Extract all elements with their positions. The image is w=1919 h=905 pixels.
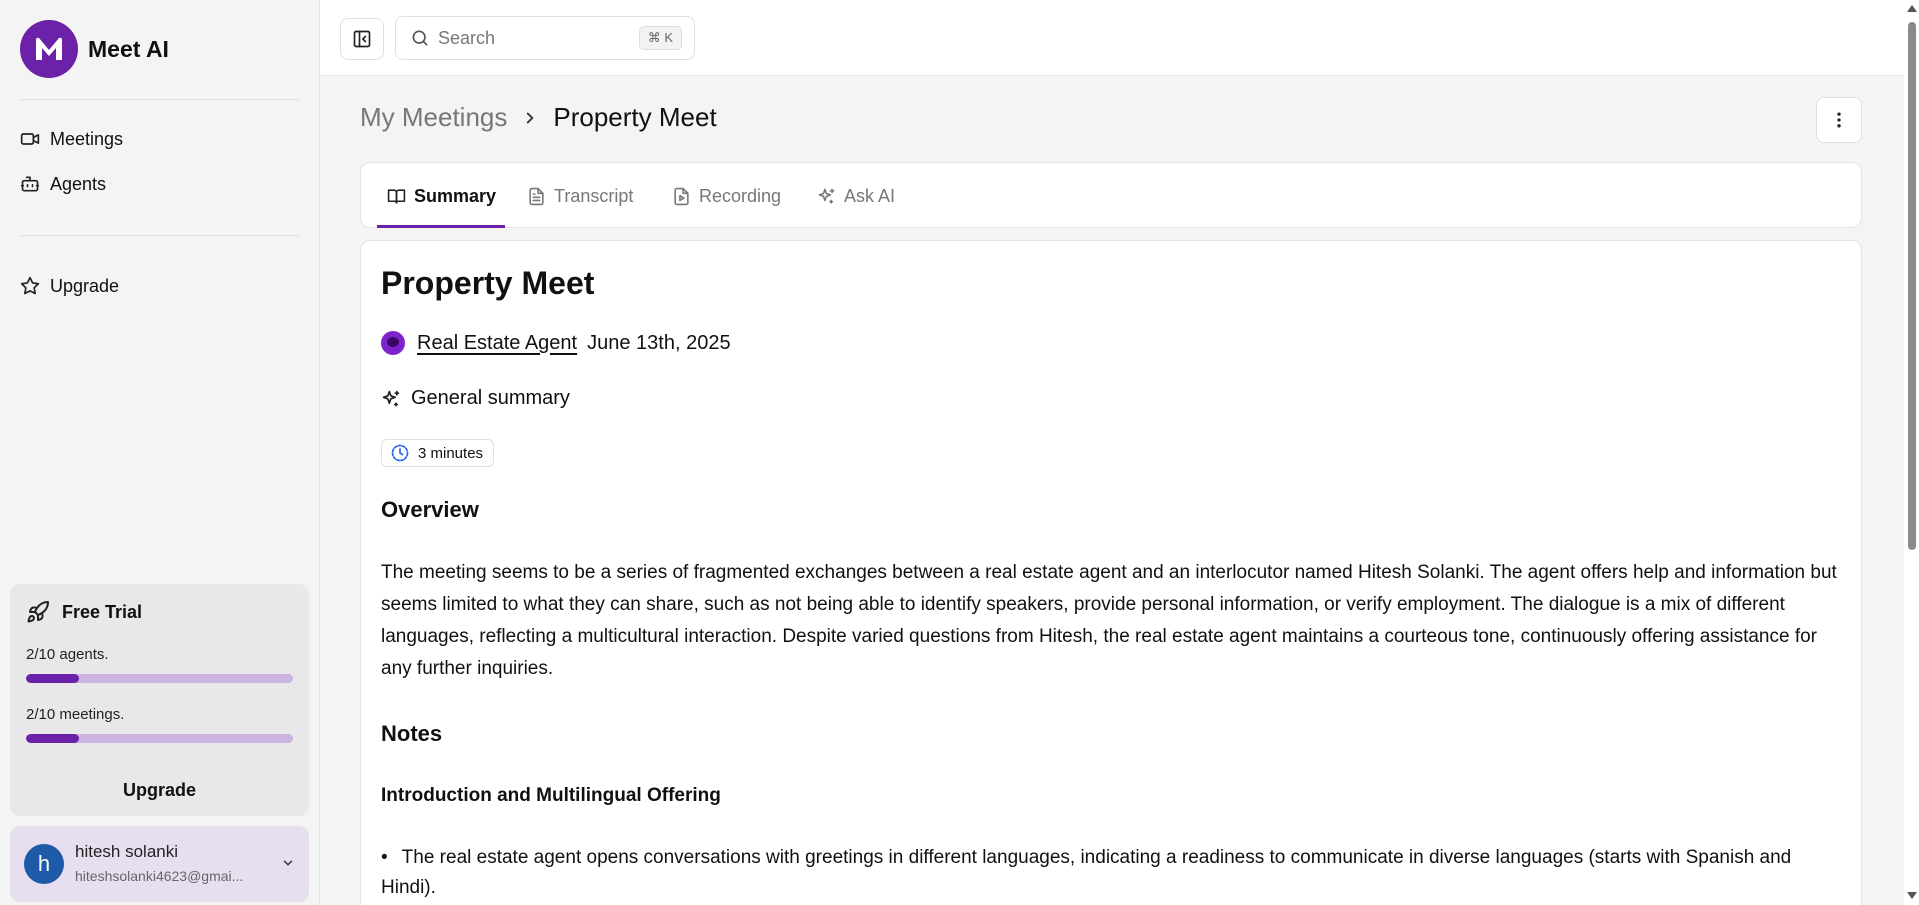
sidebar-divider: [20, 99, 299, 100]
overview-text: The meeting seems to be a series of frag…: [381, 562, 1837, 679]
scroll-thumb[interactable]: [1908, 22, 1916, 550]
chevron-down-icon: [283, 860, 293, 866]
notes-heading: Notes: [381, 721, 443, 746]
panel-left-icon: [353, 30, 371, 48]
scroll-down-icon[interactable]: [1907, 892, 1917, 899]
breadcrumb-parent-link[interactable]: My Meetings: [360, 102, 507, 133]
more-vertical-icon: [1837, 112, 1841, 128]
free-trial-card: Free Trial 2/10 agents. 2/10 meetings. U…: [10, 584, 309, 816]
user-email: hiteshsolanki4623@gmai...: [75, 868, 244, 884]
file-text-icon: [529, 187, 544, 205]
meetings-usage-bar: [26, 734, 293, 743]
search-icon: [412, 30, 428, 46]
sparkles-icon: [382, 390, 400, 406]
user-name: hitesh solanki: [75, 842, 179, 861]
list-item: • The real estate agent opens conversatio…: [381, 847, 1792, 898]
meeting-date: June 13th, 2025: [587, 331, 731, 354]
search-placeholder: Search: [438, 27, 496, 48]
meetings-usage-fill: [26, 734, 80, 743]
file-video-icon: [674, 187, 689, 205]
upgrade-button[interactable]: Upgrade: [10, 780, 309, 801]
sidebar-item-upgrade[interactable]: Upgrade: [20, 272, 119, 300]
active-tab-indicator: [377, 225, 505, 228]
star-icon: [20, 276, 40, 295]
overview-heading: Overview: [381, 497, 479, 522]
sidebar-item-label: Upgrade: [50, 275, 120, 296]
tab-summary[interactable]: Summary: [387, 163, 496, 229]
agent-avatar: [381, 331, 405, 355]
book-open-icon: [387, 188, 406, 204]
avatar: h: [24, 844, 64, 884]
sidebar-divider: [20, 235, 299, 236]
tab-bar: Summary Transcript Recording Ask AI: [360, 162, 1862, 228]
sparkles-icon: [818, 188, 835, 204]
bullet-icon: •: [381, 847, 388, 868]
meeting-meta: Real Estate Agent June 13th, 2025: [381, 331, 731, 355]
sidebar: Meet AI Meetings Agents Upgrade Free Tri…: [0, 0, 320, 905]
sidebar-item-label: Agents: [50, 173, 107, 194]
app-name: Meet AI: [88, 35, 169, 62]
breadcrumb-current: Property Meet: [553, 102, 717, 132]
logo-icon: [20, 20, 78, 78]
agent-link[interactable]: Real Estate Agent: [417, 332, 577, 355]
agents-usage-label: 2/10 agents.: [26, 646, 109, 663]
search-input[interactable]: Search ⌘ K: [395, 16, 695, 60]
user-menu-button[interactable]: h hitesh solanki hiteshsolanki4623@gmai.…: [10, 826, 309, 902]
tab-recording[interactable]: Recording: [672, 163, 781, 229]
notes-subheading: Introduction and Multilingual Offering: [381, 785, 721, 806]
meeting-title: Property Meet: [381, 265, 595, 301]
sidebar-item-meetings[interactable]: Meetings: [20, 125, 123, 153]
sidebar-item-agents[interactable]: Agents: [20, 170, 106, 198]
duration-badge: 3 minutes: [381, 439, 495, 467]
sidebar-toggle-button[interactable]: [340, 18, 384, 60]
trial-title: Free Trial: [26, 600, 142, 624]
agents-usage-fill: [26, 674, 80, 683]
sidebar-item-label: Meetings: [50, 128, 124, 149]
clock-icon: [391, 444, 409, 462]
tab-transcript[interactable]: Transcript: [527, 163, 633, 229]
brand[interactable]: Meet AI: [20, 20, 169, 78]
general-summary-label: General summary: [381, 387, 570, 410]
tab-ask-ai[interactable]: Ask AI: [817, 163, 895, 229]
scrollbar[interactable]: [1904, 0, 1919, 905]
chevron-right-icon: [521, 109, 539, 127]
shortcut-badge: ⌘ K: [638, 26, 682, 50]
scroll-up-icon[interactable]: [1907, 5, 1917, 12]
video-icon: [20, 133, 40, 145]
more-options-button[interactable]: [1816, 97, 1862, 143]
rocket-icon: [27, 600, 49, 623]
meetings-usage-label: 2/10 meetings.: [26, 706, 125, 723]
agents-usage-bar: [26, 674, 293, 683]
bot-icon: [20, 176, 40, 192]
breadcrumb: My Meetings Property Meet: [360, 102, 717, 133]
summary-panel: Property Meet Real Estate Agent June 13t…: [360, 240, 1862, 905]
top-bar: Search ⌘ K: [320, 0, 1904, 76]
